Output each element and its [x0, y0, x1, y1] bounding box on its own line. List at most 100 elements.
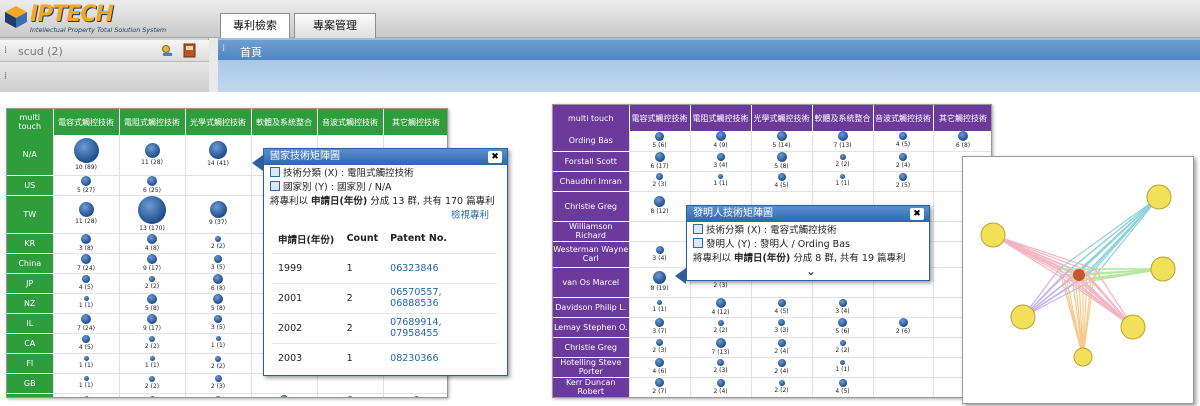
bubble-mark[interactable] [718, 174, 723, 179]
matrix-cell[interactable]: 6 (8) [185, 273, 252, 294]
bubble-mark[interactable] [215, 355, 221, 362]
bubble-mark[interactable] [717, 359, 724, 366]
matrix-cell[interactable]: 4 (12) [690, 297, 752, 318]
bubble-mark[interactable] [83, 296, 89, 301]
matrix-cell[interactable]: 5 (6) [812, 317, 874, 338]
matrix-cell[interactable]: 2 (2) [185, 393, 252, 397]
bubble-mark[interactable] [138, 195, 166, 224]
matrix-cell[interactable]: 11 (28) [53, 195, 120, 234]
matrix-cell[interactable]: 2 (7) [629, 377, 691, 397]
row-label-kerr-duncan-robert[interactable]: Kerr Duncan Robert [553, 377, 630, 397]
tab-project-management[interactable]: 專案管理 [294, 13, 376, 38]
row-label-n-a[interactable]: N/A [7, 135, 54, 176]
bubble-mark[interactable] [715, 297, 726, 308]
matrix-cell[interactable]: 1 (1) [53, 393, 120, 397]
bubble-mark[interactable] [656, 173, 663, 180]
column-header[interactable]: 其它觸控技術 [383, 109, 447, 135]
bubble-mark[interactable] [958, 131, 968, 142]
bubble-mark[interactable] [83, 356, 89, 361]
column-header[interactable]: 電容式觸控技術 [53, 109, 120, 135]
matrix-cell[interactable]: 2 (2) [119, 333, 186, 354]
bubble-mark[interactable] [655, 358, 664, 367]
matrix-cell[interactable]: 5 (6) [629, 131, 691, 152]
network-cluster-node[interactable] [980, 222, 1006, 248]
matrix-cell[interactable]: 2 (4) [751, 337, 813, 358]
bubble-mark[interactable] [655, 378, 664, 387]
matrix-cell[interactable]: 2 (2) [751, 377, 813, 397]
matrix-cell[interactable]: 2 (5) [873, 171, 934, 192]
matrix-cell[interactable]: 2 (2) [812, 151, 874, 172]
bubble-mark[interactable] [838, 298, 847, 307]
matrix-cell[interactable]: 2 (2) [119, 273, 186, 294]
matrix-cell[interactable]: 6 (17) [629, 151, 691, 172]
matrix-cell[interactable]: 1 (1) [629, 297, 691, 318]
matrix-cell[interactable]: 3 (8) [53, 233, 120, 254]
matrix-cell[interactable]: 2 (3) [629, 337, 691, 358]
matrix-cell[interactable]: 9 (17) [119, 253, 186, 274]
matrix-cell[interactable]: 10 (89) [53, 135, 120, 176]
matrix-cell[interactable]: 3 (4) [812, 297, 874, 318]
bubble-mark[interactable] [777, 298, 786, 307]
bubble-mark[interactable] [838, 378, 847, 387]
matrix-cell[interactable]: 1 (1) [53, 373, 120, 394]
bubble-mark[interactable] [215, 395, 221, 397]
row-label-gb[interactable]: GB [7, 373, 54, 394]
bubble-mark[interactable] [83, 376, 89, 381]
matrix-cell[interactable]: 4 (5) [873, 131, 934, 152]
bubble-mark[interactable] [715, 131, 726, 142]
matrix-cell[interactable]: 2 (4) [690, 377, 752, 397]
row-label-de[interactable]: DE [7, 393, 54, 397]
matrix-cell[interactable]: 2 (3) [690, 357, 752, 378]
row-label-hotelling-steve-porter[interactable]: Hotelling Steve Porter [553, 357, 630, 378]
matrix-cell[interactable]: 2 (2) [690, 317, 752, 338]
matrix-cell[interactable]: 7 (13) [690, 337, 752, 358]
drag-handle-icon[interactable]: ⁞ [4, 45, 7, 56]
column-header[interactable]: 電阻式觸控技術 [690, 105, 752, 131]
network-cluster-node[interactable] [1120, 314, 1146, 340]
patent-number-link[interactable]: 06323846 [384, 252, 497, 283]
bubble-mark[interactable] [717, 319, 724, 326]
tab-patent-search[interactable]: 專利檢索 [220, 13, 290, 38]
bubble-mark[interactable] [777, 358, 786, 367]
bubble-mark[interactable] [716, 378, 725, 387]
row-label-nz[interactable]: NZ [7, 293, 54, 314]
column-header[interactable]: 音波式觸控技術 [317, 109, 384, 135]
view-patents-link[interactable]: 檢視專利 [264, 209, 507, 223]
matrix-cell[interactable]: 5 (27) [53, 175, 120, 196]
bubble-mark[interactable] [209, 141, 227, 160]
row-label-il[interactable]: IL [7, 313, 54, 334]
bubble-mark[interactable] [214, 375, 222, 382]
row-label-williamson-richard[interactable]: Williamson Richard [553, 221, 630, 242]
row-label-kr[interactable]: KR [7, 233, 54, 254]
bubble-mark[interactable] [899, 152, 907, 161]
bubble-mark[interactable] [144, 142, 160, 158]
bubble-mark[interactable] [81, 175, 91, 186]
bubble-mark[interactable] [840, 174, 845, 179]
matrix-cell[interactable]: 2 (3) [185, 373, 252, 394]
bubble-mark[interactable] [777, 338, 786, 347]
column-header[interactable]: 光學式觸控技術 [751, 105, 813, 131]
matrix-cell[interactable]: 2 (2) [185, 233, 252, 254]
row-label-forstall-scott[interactable]: Forstall Scott [553, 151, 630, 172]
row-label-lemay-stephen-o[interactable]: Lemay Stephen O. [553, 317, 630, 338]
bubble-mark[interactable] [898, 318, 908, 327]
network-cluster-node[interactable] [1010, 304, 1036, 330]
bubble-mark[interactable] [899, 132, 907, 141]
bubble-mark[interactable] [213, 273, 223, 284]
matrix-cell[interactable]: 6 (8) [933, 131, 991, 152]
bubble-mark[interactable] [654, 196, 665, 207]
drag-handle-icon[interactable]: ⁞ [4, 71, 7, 82]
row-label-ca[interactable]: CA [7, 333, 54, 354]
matrix-cell[interactable]: 9 (37) [185, 195, 252, 234]
bubble-mark[interactable] [147, 253, 157, 264]
bubble-mark[interactable] [149, 356, 155, 361]
relationship-network-graph[interactable] [963, 157, 1195, 405]
matrix-cell[interactable]: 4 (9) [690, 131, 752, 152]
row-label-fi[interactable]: FI [7, 353, 54, 374]
matrix-cell[interactable]: 13 (170) [119, 195, 186, 234]
matrix-cell[interactable]: 4 (8) [119, 233, 186, 254]
expand-chevron-icon[interactable]: ⌄ [687, 265, 929, 277]
bubble-mark[interactable] [778, 319, 785, 326]
matrix-cell[interactable]: 11 (28) [119, 135, 186, 176]
patent-number-link[interactable]: 06570557, 06888536 [384, 282, 497, 313]
